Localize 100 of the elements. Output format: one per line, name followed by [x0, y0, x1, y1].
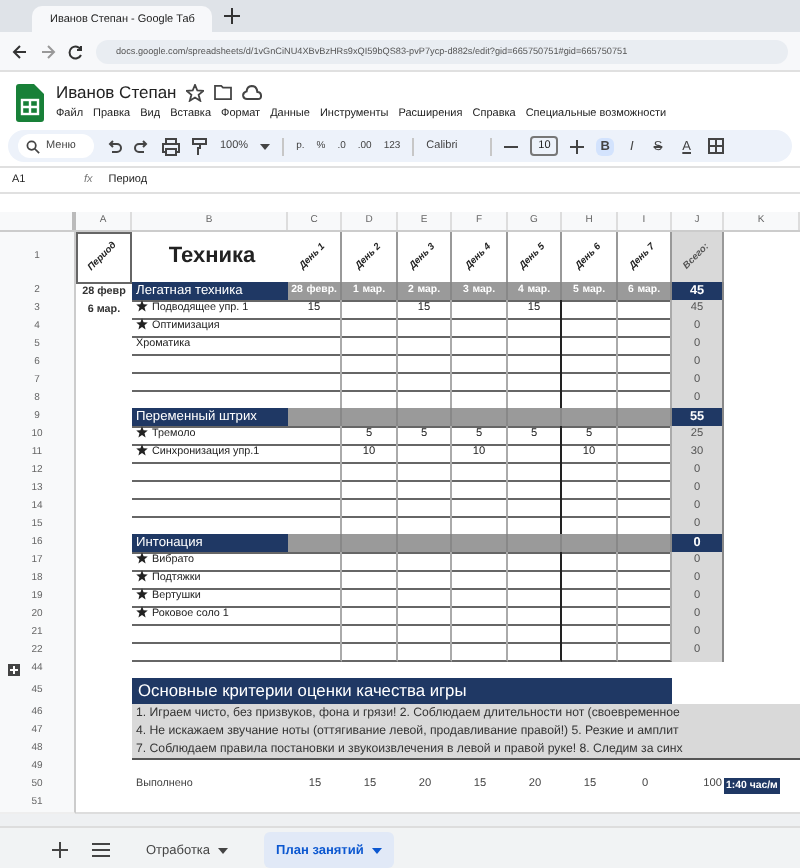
table-cell	[288, 444, 342, 464]
undo-icon[interactable]	[106, 138, 122, 154]
table-cell	[398, 642, 452, 662]
table-cell	[342, 570, 398, 590]
table-cell	[342, 480, 398, 500]
table-cell	[288, 426, 342, 446]
table-cell	[452, 552, 508, 572]
table-cell	[562, 336, 618, 356]
table-cell	[288, 534, 342, 554]
table-cell	[452, 480, 508, 500]
document-title[interactable]: Иванов Степан	[56, 82, 177, 102]
add-sheet-icon[interactable]	[52, 842, 68, 858]
table-cell	[398, 444, 452, 464]
table-cell	[508, 444, 562, 464]
back-icon[interactable]	[12, 43, 28, 59]
table-cell	[398, 552, 452, 572]
table-cell	[288, 552, 342, 572]
criteria-heading: Основные критерии оценки качества игры	[132, 678, 672, 706]
redo-icon[interactable]	[134, 138, 150, 154]
menu-icon[interactable]	[92, 842, 110, 858]
table-cell	[398, 588, 452, 608]
table-cell	[562, 624, 618, 644]
table-cell	[452, 606, 508, 626]
table-cell	[288, 462, 342, 482]
table-cell	[508, 552, 562, 572]
table-cell	[618, 534, 672, 554]
spreadsheet-logo-icon[interactable]	[16, 84, 44, 122]
table-cell	[562, 642, 618, 662]
table-cell	[452, 534, 508, 554]
caret-icon	[371, 847, 382, 853]
table-cell	[398, 480, 452, 500]
table-cell	[452, 300, 508, 320]
table-cell	[452, 318, 508, 338]
table-cell	[452, 336, 508, 356]
table-cell	[288, 606, 342, 626]
table-cell	[508, 480, 562, 500]
table-cell	[342, 336, 398, 356]
table-cell	[398, 354, 452, 374]
table-cell	[562, 570, 618, 590]
cloud-icon[interactable]	[242, 84, 263, 100]
borders-icon[interactable]	[707, 138, 723, 154]
table-cell	[398, 624, 452, 644]
table-cell	[562, 552, 618, 572]
table-cell	[288, 570, 342, 590]
table-cell	[562, 534, 618, 554]
table-cell	[508, 534, 562, 554]
reload-icon[interactable]	[68, 43, 84, 59]
horizontal-scrollbar[interactable]	[0, 812, 800, 826]
caret-icon	[218, 847, 229, 853]
table-cell	[342, 462, 398, 482]
table-cell	[398, 570, 452, 590]
table-cell	[508, 624, 562, 644]
table-cell	[562, 606, 618, 626]
table-cell	[288, 408, 342, 428]
table-cell	[288, 480, 342, 500]
table-cell	[342, 642, 398, 662]
table-cell	[452, 462, 508, 482]
table-cell	[398, 408, 452, 428]
table-cell	[452, 408, 508, 428]
table-cell	[288, 318, 342, 338]
print-icon[interactable]	[162, 137, 180, 155]
table-cell	[562, 480, 618, 500]
table-cell	[562, 354, 618, 374]
paint-format-icon[interactable]	[192, 137, 208, 155]
table-cell	[562, 408, 618, 428]
table-cell	[452, 624, 508, 644]
table-cell	[398, 318, 452, 338]
table-cell	[342, 300, 398, 320]
table-cell	[508, 318, 562, 338]
table-cell	[288, 336, 342, 356]
table-cell	[508, 336, 562, 356]
table-cell	[508, 588, 562, 608]
table-cell	[398, 606, 452, 626]
table-cell	[398, 534, 452, 554]
table-cell	[452, 642, 508, 662]
table-cell	[342, 408, 398, 428]
table-cell	[342, 318, 398, 338]
table-cell	[508, 354, 562, 374]
table-cell	[508, 462, 562, 482]
table-cell	[288, 624, 342, 644]
table-cell	[342, 552, 398, 572]
star-icon[interactable]	[186, 83, 205, 101]
table-cell	[562, 588, 618, 608]
table-cell	[288, 588, 342, 608]
table-cell	[342, 534, 398, 554]
table-cell	[342, 606, 398, 626]
table-cell	[508, 570, 562, 590]
table-cell	[398, 336, 452, 356]
folder-icon[interactable]	[214, 84, 233, 100]
table-cell	[562, 318, 618, 338]
table-cell	[342, 588, 398, 608]
caret-icon[interactable]	[260, 143, 271, 149]
search-icon	[26, 139, 40, 153]
table-cell	[618, 408, 672, 428]
table-cell	[288, 354, 342, 374]
table-cell	[508, 408, 562, 428]
forward-icon[interactable]	[40, 43, 56, 59]
table-cell	[562, 300, 618, 320]
plus-icon[interactable]	[570, 139, 585, 153]
new-tab-icon[interactable]	[224, 8, 240, 24]
